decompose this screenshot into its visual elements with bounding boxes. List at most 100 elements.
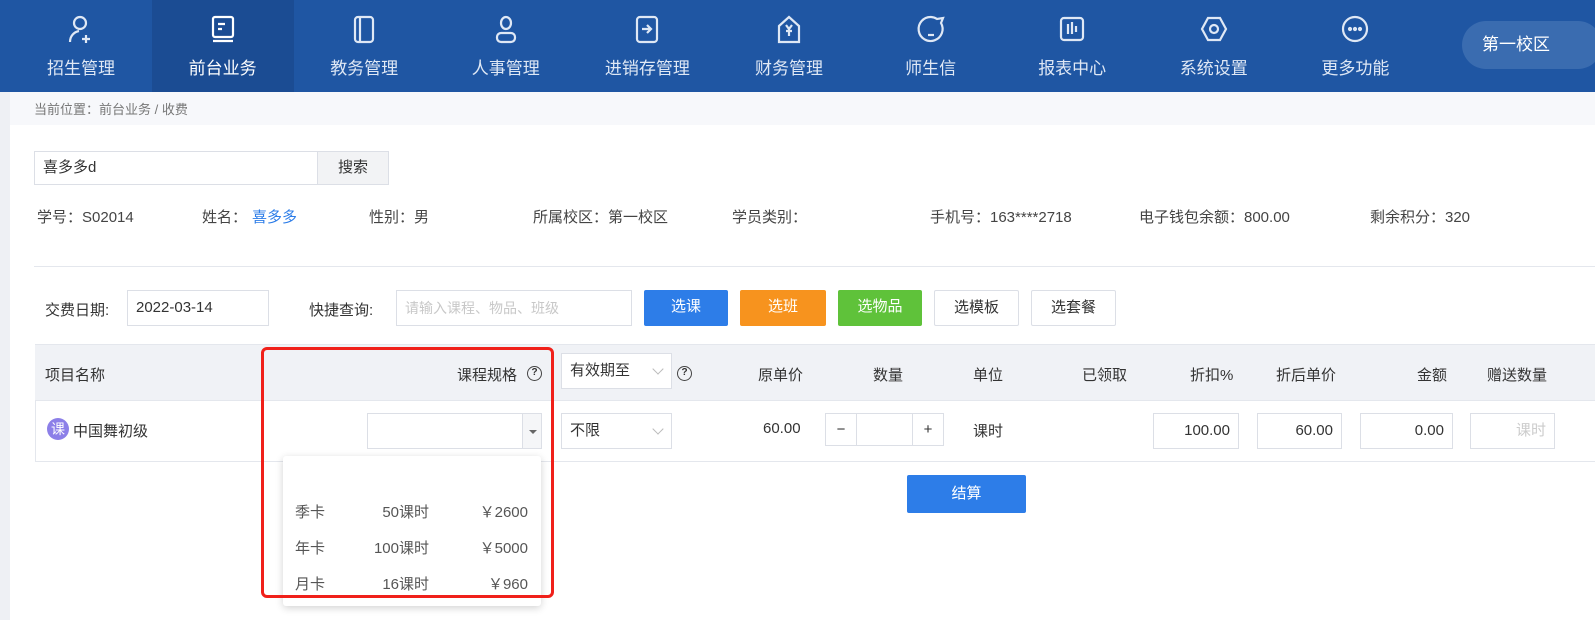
select-class-button[interactable]: 选班 xyxy=(740,290,826,326)
more-dots-icon xyxy=(1342,15,1369,43)
validity-select[interactable]: 有效期至 xyxy=(561,353,672,389)
student-search-input[interactable]: 喜多多d xyxy=(34,151,318,185)
spec-option-hours: 100课时 xyxy=(373,540,429,557)
spec-option[interactable]: 季卡 50课时 ￥2600 xyxy=(283,495,541,529)
nav-item-0[interactable]: 招生管理 xyxy=(10,0,152,92)
points: 剩余积分：320 xyxy=(1370,209,1471,226)
th-discount: 折扣% xyxy=(1190,367,1234,384)
course-badge: 课 xyxy=(47,418,69,440)
nav-item-label: 系统设置 xyxy=(1179,59,1248,78)
chat-icon xyxy=(917,15,945,43)
divider xyxy=(34,266,1595,267)
desk-icon xyxy=(211,15,234,43)
payment-date-input[interactable]: 2022-03-14 xyxy=(127,290,269,326)
original-price: 60.00 xyxy=(763,420,801,437)
student-campus: 所属校区：第一校区 xyxy=(533,209,669,226)
course-name: 中国舞初级 xyxy=(73,423,149,440)
select-package-button[interactable]: 选套餐 xyxy=(1031,290,1116,326)
nav-item-5[interactable]: 财务管理 xyxy=(718,0,860,92)
th-spec: 课程规格 xyxy=(457,367,518,384)
nav-item-9[interactable]: 更多功能 xyxy=(1284,0,1426,92)
spec-option[interactable]: 月卡 16课时 ￥960 xyxy=(283,567,541,601)
user-add-icon xyxy=(68,15,90,43)
quick-search-input[interactable]: 请输入课程、物品、班级 xyxy=(396,290,632,326)
amount-input[interactable]: 0.00 xyxy=(1360,413,1453,449)
date-label: 交费日期: xyxy=(45,302,110,319)
finance-yen-icon xyxy=(777,15,801,44)
th-unit: 单位 xyxy=(973,367,1004,384)
select-goods-button[interactable]: 选物品 xyxy=(838,290,922,326)
nav-item-7[interactable]: 报表中心 xyxy=(1001,0,1143,92)
qty-input[interactable] xyxy=(856,413,913,446)
student-gender: 性别：男 xyxy=(369,209,430,226)
spec-option-name: 季卡 xyxy=(295,504,326,521)
th-price: 原单价 xyxy=(758,367,804,384)
th-gift: 赠送数量 xyxy=(1487,367,1548,384)
nav-item-label: 师生信 xyxy=(905,59,957,78)
th-discount-price: 折后单价 xyxy=(1276,367,1337,384)
checkout-button[interactable]: 结算 xyxy=(907,475,1026,513)
select-template-button[interactable]: 选模板 xyxy=(934,290,1019,326)
nav-item-label: 进销存管理 xyxy=(604,59,690,78)
gift-qty-input[interactable]: 课时 xyxy=(1470,413,1555,449)
spec-option-hours: 50课时 xyxy=(382,504,429,521)
table-header xyxy=(35,344,1595,401)
course-spec-dropdown: 季卡 50课时 ￥2600 年卡 100课时 ￥5000 月卡 16课时 ￥960 xyxy=(283,456,541,606)
nav-item-label: 人事管理 xyxy=(471,59,540,78)
nav-item-6[interactable]: 师生信 xyxy=(860,0,1002,92)
book-icon xyxy=(354,15,375,44)
select-course-button[interactable]: 选课 xyxy=(644,290,728,326)
nav-item-3[interactable]: 人事管理 xyxy=(435,0,577,92)
nav-item-label: 教务管理 xyxy=(330,59,399,78)
validity-value: 不限 xyxy=(570,422,601,439)
spec-option[interactable]: 年卡 100课时 ￥5000 xyxy=(283,531,541,565)
discount-price-input[interactable]: 60.00 xyxy=(1257,413,1342,449)
unit: 课时 xyxy=(973,423,1004,440)
spec-option-price: ￥2600 xyxy=(479,504,528,521)
student-name-link[interactable]: 喜多多 xyxy=(252,206,297,227)
qty-plus-button[interactable]: + xyxy=(912,413,944,446)
spec-option-price: ￥5000 xyxy=(479,540,528,557)
spec-option-hours: 16课时 xyxy=(382,576,429,593)
nav-item-label: 报表中心 xyxy=(1038,59,1107,78)
nav-item-4[interactable]: 进销存管理 xyxy=(576,0,718,92)
left-strip xyxy=(0,92,10,620)
nav-item-8[interactable]: 系统设置 xyxy=(1143,0,1285,92)
report-chart-icon xyxy=(1060,16,1085,42)
nav-item-label: 前台业务 xyxy=(188,59,257,78)
qty-minus-button[interactable]: − xyxy=(825,413,857,446)
discount-input[interactable]: 100.00 xyxy=(1153,413,1239,449)
dropdown-arrow-icon[interactable] xyxy=(522,414,541,448)
nav-item-label: 财务管理 xyxy=(755,59,823,78)
nav-item-1[interactable]: 前台业务 xyxy=(151,0,294,92)
campus-switcher[interactable]: 第一校区 xyxy=(1462,21,1595,69)
search-button[interactable]: 搜索 xyxy=(317,151,389,185)
student-phone: 手机号：163****2718 xyxy=(930,209,1072,226)
course-spec-select[interactable] xyxy=(367,413,542,449)
nav-item-2[interactable]: 教务管理 xyxy=(293,0,435,92)
chevron-down-icon xyxy=(652,423,664,435)
spec-option-name: 月卡 xyxy=(295,576,326,593)
student-id: 学号：S02014 xyxy=(37,209,134,226)
th-qty: 数量 xyxy=(873,367,904,384)
validity-row-select[interactable]: 不限 xyxy=(561,413,672,449)
chevron-down-icon xyxy=(652,363,664,375)
help-icon[interactable]: ? xyxy=(527,366,542,381)
quick-search-label: 快捷查询: xyxy=(309,302,374,319)
th-name: 项目名称 xyxy=(45,367,106,384)
spec-option-price: ￥960 xyxy=(487,576,528,593)
th-received: 已领取 xyxy=(1082,367,1128,384)
nav-item-label: 更多功能 xyxy=(1321,59,1390,78)
student-name-label: 姓名： xyxy=(202,209,248,226)
th-amount: 金额 xyxy=(1417,367,1448,384)
inventory-arrow-icon xyxy=(636,15,659,44)
settings-hex-icon xyxy=(1200,16,1228,42)
spec-option-name: 年卡 xyxy=(295,540,326,557)
student-type: 学员类别： xyxy=(732,209,808,226)
top-nav: 招生管理 前台业务 教务管理 人事管理 进销存管理 财务管理 师生信 报表中心 系统设置 更多功能… xyxy=(0,0,1595,92)
wallet-balance: 电子钱包余额：800.00 xyxy=(1139,209,1290,226)
validity-select-label: 有效期至 xyxy=(570,362,631,379)
help-icon[interactable]: ? xyxy=(677,366,692,381)
breadcrumb: 当前位置：前台业务 / 收费 xyxy=(10,92,1595,125)
nav-item-label: 招生管理 xyxy=(47,59,115,78)
